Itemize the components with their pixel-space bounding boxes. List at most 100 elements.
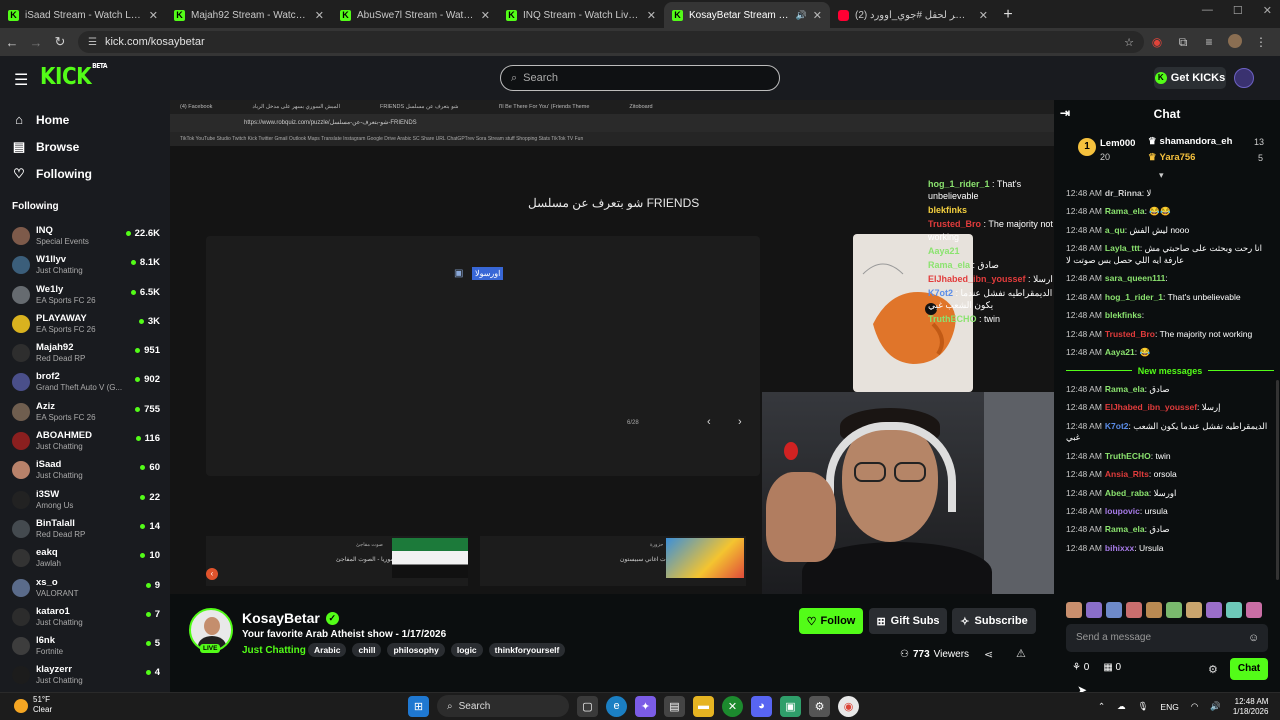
chevron-down-icon[interactable]: ▾ [1159, 170, 1164, 181]
cloud-icon[interactable]: ☁ [1117, 701, 1126, 712]
close-icon[interactable]: ✕ [647, 9, 656, 22]
emote-icon[interactable] [1206, 602, 1222, 618]
chat-message[interactable]: 12:48 AM Rama_ela: صادق [1066, 384, 1274, 395]
close-icon[interactable]: ✕ [315, 9, 324, 22]
gear-icon[interactable]: ⚙ [1208, 663, 1218, 676]
collapse-chat-icon[interactable]: ⇥ [1060, 106, 1070, 120]
url-field[interactable]: ☰ kick.com/kosaybetar ☆ [78, 31, 1144, 53]
emote-icon[interactable] [1086, 602, 1102, 618]
emote-icon[interactable] [1146, 602, 1162, 618]
chat-username[interactable]: loupovic [1105, 506, 1140, 516]
chat-username[interactable]: dr_Rinna [1105, 188, 1142, 198]
following-channel[interactable]: Aziz EA Sports FC 26 755 [0, 399, 170, 428]
report-icon[interactable]: ⚠ [1016, 647, 1026, 660]
close-icon[interactable]: ✕ [481, 9, 490, 22]
channel-name[interactable]: KosayBetar [242, 610, 320, 626]
emote-icon[interactable] [1226, 602, 1242, 618]
windows-start-icon[interactable]: ⊞ [408, 695, 429, 717]
user-avatar[interactable] [1234, 68, 1254, 88]
maximize-icon[interactable]: ☐ [1233, 4, 1243, 17]
chat-username[interactable]: Ansia_Rlts [1105, 469, 1149, 479]
chat-message[interactable]: 12:48 AM Rama_ela: صادق [1066, 524, 1274, 535]
bookmark-star-icon[interactable]: ☆ [1124, 36, 1134, 49]
following-channel[interactable]: Majah92 Red Dead RP 951 [0, 340, 170, 369]
chat-scrollbar[interactable] [1276, 380, 1279, 580]
site-info-icon[interactable]: ☰ [88, 37, 97, 48]
emote-icon[interactable] [1246, 602, 1262, 618]
minimize-icon[interactable]: — [1202, 4, 1213, 17]
following-channel[interactable]: iSaad Just Chatting 60 [0, 457, 170, 486]
emote-icon[interactable] [1066, 602, 1082, 618]
hamburger-menu-icon[interactable]: ☰ [14, 70, 28, 90]
following-channel[interactable]: eakq Jawlah 10 [0, 545, 170, 574]
chat-message[interactable]: 12:48 AM a_qu: ليش الفش nooo [1066, 225, 1274, 236]
following-channel[interactable]: INQ Special Events 22.6K [0, 223, 170, 252]
chat-message[interactable]: 12:48 AM Rama_ela: 😂😂 [1066, 206, 1274, 217]
file-explorer-icon[interactable]: ▬ [693, 695, 714, 717]
volume-icon[interactable]: 🔊 [1210, 701, 1221, 712]
settings-icon[interactable]: ⚙ [809, 695, 830, 717]
chat-username[interactable]: Rama_ela [1105, 384, 1145, 394]
xbox-icon[interactable]: ✕ [722, 695, 743, 717]
following-channel[interactable]: PLAYAWAY EA Sports FC 26 3K [0, 311, 170, 340]
taskbar-search[interactable]: ⌕ Search [437, 695, 569, 717]
chat-message[interactable]: 12:48 AM Layla_ttt: انا رحت وبحثت على صاح… [1066, 243, 1274, 266]
edge-icon[interactable]: e [606, 695, 627, 717]
get-kicks-button[interactable]: K Get KICKs [1154, 67, 1226, 89]
chat-username[interactable]: Aaya21 [1105, 347, 1135, 357]
language-indicator[interactable]: ENG [1160, 702, 1178, 712]
following-channel[interactable]: ABOAHMED Just Chatting 116 [0, 428, 170, 457]
chat-username[interactable]: bihixxx [1105, 543, 1134, 553]
browser-tab[interactable]: K AbuSwe7l Stream - Watch Live ✕ [332, 2, 498, 28]
chat-username[interactable]: blekfinks [1105, 310, 1142, 320]
close-icon[interactable]: ✕ [149, 9, 158, 22]
extension-badge-icon[interactable]: ◉ [1144, 35, 1170, 49]
chat-username[interactable]: ElJhabed_ibn_youssef [1105, 402, 1197, 412]
chat-message[interactable]: 12:48 AM bihixxx: Ursula [1066, 543, 1274, 554]
chat-username[interactable]: Rama_ela [1105, 524, 1145, 534]
clock[interactable]: 12:48 AM 1/18/2026 [1233, 697, 1269, 716]
following-channel[interactable]: klayzerr Just Chatting 4 [0, 662, 170, 691]
close-window-icon[interactable]: ✕ [1263, 4, 1272, 17]
chat-message[interactable]: 12:48 AM blekfinks: [1066, 310, 1274, 321]
copilot-icon[interactable]: ✦ [635, 695, 656, 717]
emote-icon[interactable] [1186, 602, 1202, 618]
following-channel[interactable]: xs_o VALORANT 9 [0, 575, 170, 604]
gift-subs-button[interactable]: ⊞ Gift Subs [869, 608, 947, 634]
emote-icon[interactable] [1126, 602, 1142, 618]
task-view-icon[interactable]: ▢ [577, 695, 598, 717]
browser-tab[interactable]: K Majah92 Stream - Watch Live o ✕ [166, 2, 332, 28]
chat-username[interactable]: Abed_raba [1105, 488, 1149, 498]
tag[interactable]: chill [352, 643, 382, 657]
following-channel[interactable]: brof2 Grand Theft Auto V (G... 902 [0, 369, 170, 398]
chat-username[interactable]: TruthECHO [1105, 451, 1151, 461]
chat-message[interactable]: 12:48 AM loupovic: ursula [1066, 506, 1274, 517]
tag[interactable]: Arabic [308, 643, 347, 657]
chat-message[interactable]: 12:48 AM Ansia_Rlts: orsola [1066, 469, 1274, 480]
tag[interactable]: philosophy [387, 643, 445, 657]
stream-category[interactable]: Just Chatting [242, 645, 306, 656]
video-player[interactable]: (4) Facebook المبش السوري بسهر على مدخل … [170, 100, 1054, 594]
chat-username[interactable]: hog_1_rider_1 [1105, 292, 1163, 302]
chrome-icon[interactable]: ◉ [838, 695, 859, 717]
app-icon[interactable]: ▣ [780, 695, 801, 717]
close-icon[interactable]: ✕ [979, 9, 988, 22]
tray-chevron-icon[interactable]: ⌃ [1098, 701, 1105, 712]
browser-tab[interactable]: K iSaad Stream - Watch Live on K ✕ [0, 2, 166, 28]
following-channel[interactable]: We1ly EA Sports FC 26 6.5K [0, 282, 170, 311]
kicks-balance[interactable]: ⚘ 0 [1072, 662, 1089, 673]
following-channel[interactable]: BinTalall Red Dead RP 14 [0, 516, 170, 545]
following-channel[interactable]: W1llyv Just Chatting 8.1K [0, 252, 170, 281]
chat-message[interactable]: 12:48 AM Abed_raba: اورسلا [1066, 488, 1274, 499]
chat-username[interactable]: Trusted_Bro [1105, 329, 1155, 339]
tag[interactable]: thinkforyourself [488, 643, 566, 657]
speaker-icon[interactable]: 🔊 [796, 10, 807, 21]
store-icon[interactable]: ▤ [664, 695, 685, 717]
extensions-icon[interactable]: ⧉ [1170, 35, 1196, 50]
chat-username[interactable]: a_qu [1105, 225, 1125, 235]
send-chat-button[interactable]: Chat [1230, 658, 1268, 680]
discord-icon[interactable]: ◕ [751, 695, 772, 717]
mic-icon[interactable]: 🎙 [1138, 701, 1149, 712]
chat-message[interactable]: 12:48 AM sara_queen111: [1066, 273, 1274, 284]
weather-widget[interactable]: 51°F Clear [14, 695, 52, 714]
